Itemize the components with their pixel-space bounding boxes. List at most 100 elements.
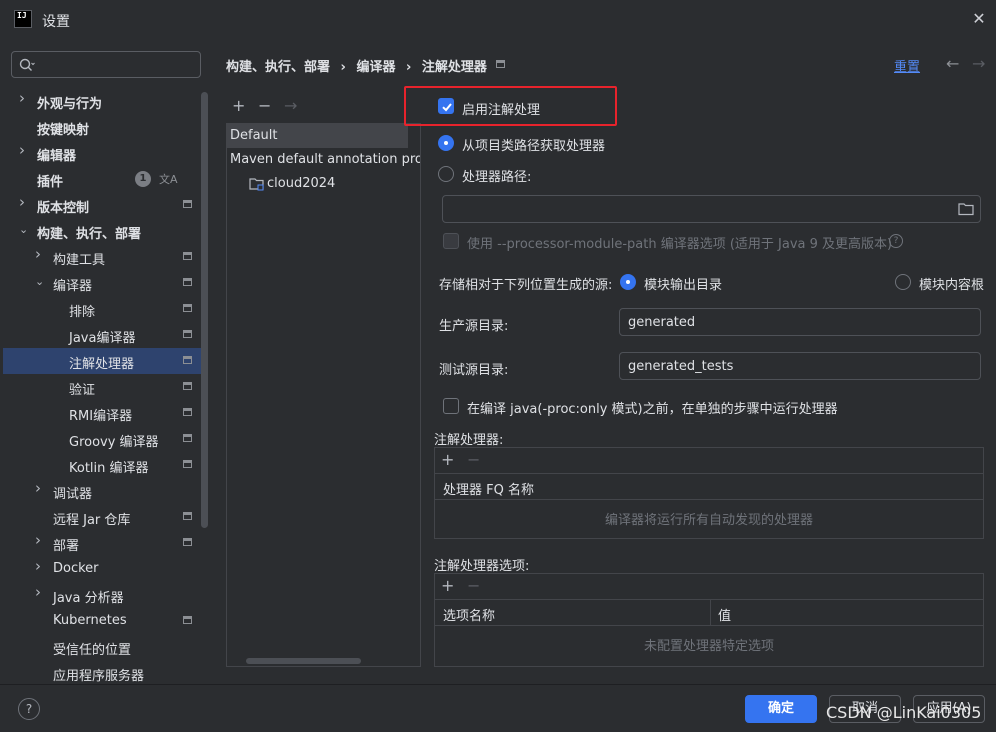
sidebar-item[interactable]: Java编译器	[3, 322, 208, 348]
add-profile-button[interactable]: +	[232, 96, 245, 115]
sidebar-item[interactable]: › Docker	[3, 556, 208, 582]
module-output-directory-radio[interactable]	[620, 274, 636, 290]
options-table-empty-text: 未配置处理器特定选项	[643, 639, 774, 654]
sidebar-item-label: 部署	[53, 539, 80, 554]
profile-item-label[interactable]: Default	[230, 128, 278, 143]
sidebar-item[interactable]: 注解处理器	[3, 348, 208, 374]
chevron-right-icon[interactable]: ›	[35, 533, 47, 548]
sidebar-item-label: Docker	[53, 561, 99, 576]
chevron-right-icon[interactable]: ›	[19, 143, 31, 158]
breadcrumb-current: 注解处理器	[421, 60, 487, 75]
move-profile-button[interactable]: →	[284, 96, 297, 115]
sidebar-item[interactable]: › Java 分析器	[3, 582, 208, 608]
help-icon[interactable]: ?	[889, 234, 903, 248]
option-name-column[interactable]: 选项名称	[443, 605, 495, 624]
obtain-from-classpath-label[interactable]: 从项目类路径获取处理器	[462, 135, 605, 154]
processor-path-input[interactable]	[442, 195, 981, 223]
sidebar-item-label: 插件	[37, 175, 64, 190]
sidebar-item[interactable]: 应用程序服务器	[3, 660, 208, 686]
help-button[interactable]: ?	[18, 698, 40, 720]
option-value-column[interactable]: 值	[718, 605, 731, 624]
profile-item-maven[interactable]: Maven default annotation proc	[230, 152, 420, 167]
project-level-icon	[183, 460, 192, 468]
chevron-right-icon[interactable]: ›	[19, 195, 31, 210]
chevron-down-icon[interactable]: ⌄	[19, 224, 31, 236]
add-processor-button[interactable]: +	[441, 450, 454, 469]
reset-link[interactable]: 重置	[894, 56, 920, 75]
test-sources-dir-label: 测试源目录:	[439, 363, 509, 378]
remove-option-button[interactable]: −	[467, 576, 480, 595]
module-content-root-label[interactable]: 模块内容根	[919, 274, 984, 293]
sidebar-item-label: 构建工具	[53, 253, 106, 268]
watermark: CSDN @LinKai0305	[826, 703, 982, 722]
processors-table: + − 处理器 FQ 名称 编译器将运行所有自动发现的处理器	[434, 447, 984, 539]
profile-item-cloud2024[interactable]: cloud2024	[267, 176, 335, 191]
enable-annotation-processing-checkbox[interactable]	[438, 98, 454, 114]
sidebar-item[interactable]: › 构建工具	[3, 244, 208, 270]
chevron-right-icon[interactable]: ›	[35, 585, 47, 600]
sidebar-item[interactable]: › 外观与行为	[3, 88, 208, 114]
sidebar-item[interactable]: 按键映射	[3, 114, 208, 140]
project-level-icon	[183, 356, 192, 364]
options-table-header: 选项名称 值	[435, 600, 983, 626]
chevron-right-icon[interactable]: ›	[19, 91, 31, 106]
sidebar-item[interactable]: Groovy 编译器	[3, 426, 208, 452]
production-sources-dir-input[interactable]: generated	[619, 308, 981, 336]
obtain-from-classpath-radio[interactable]	[438, 135, 454, 151]
sidebar-item[interactable]: ⌄ 构建、执行、部署	[3, 218, 208, 244]
translate-icon: 文A	[159, 173, 178, 186]
processor-options-table: + − 选项名称 值 未配置处理器特定选项	[434, 573, 984, 667]
chevron-right-icon[interactable]: ›	[35, 247, 47, 262]
sidebar-item[interactable]: 排除	[3, 296, 208, 322]
module-output-directory-label[interactable]: 模块输出目录	[644, 274, 722, 293]
breadcrumb-item[interactable]: 编译器	[356, 60, 395, 75]
options-table-title: 注解处理器选项:	[434, 559, 530, 574]
folder-browse-icon[interactable]	[958, 202, 974, 216]
chevron-right-icon[interactable]: ›	[35, 481, 47, 496]
enable-annotation-processing-label[interactable]: 启用注解处理	[462, 99, 540, 118]
project-level-icon	[183, 278, 192, 286]
remove-processor-button[interactable]: −	[467, 450, 480, 469]
forward-arrow-icon[interactable]: →	[972, 54, 985, 73]
sidebar-item[interactable]: RMI编译器	[3, 400, 208, 426]
module-content-root-radio[interactable]	[895, 274, 911, 290]
sidebar-item[interactable]: › 部署	[3, 530, 208, 556]
production-sources-dir-label: 生产源目录:	[439, 319, 509, 334]
run-before-compile-checkbox[interactable]	[443, 398, 459, 414]
sidebar-item-label: 应用程序服务器	[53, 669, 145, 684]
processor-path-radio[interactable]	[438, 166, 454, 182]
add-option-button[interactable]: +	[441, 576, 454, 595]
profiles-horizontal-scrollbar[interactable]	[246, 658, 361, 664]
sidebar-item[interactable]: ⌄ 编译器	[3, 270, 208, 296]
ok-button[interactable]: 确定	[745, 695, 817, 723]
test-sources-dir-input[interactable]: generated_tests	[619, 352, 981, 380]
sidebar-item[interactable]: Kotlin 编译器	[3, 452, 208, 478]
processors-table-header: 处理器 FQ 名称	[435, 474, 983, 500]
back-arrow-icon[interactable]: ←	[946, 54, 959, 73]
sidebar-item[interactable]: 远程 Jar 仓库	[3, 504, 208, 530]
sidebar-item-label: Java 分析器	[53, 591, 124, 606]
store-generated-sources-label: 存储相对于下列位置生成的源:	[439, 278, 613, 293]
processor-fq-name-column[interactable]: 处理器 FQ 名称	[443, 479, 534, 498]
sidebar-item[interactable]: › 调试器	[3, 478, 208, 504]
remove-profile-button[interactable]: −	[258, 96, 271, 115]
breadcrumb-item[interactable]: 构建、执行、部署	[226, 60, 330, 75]
check-icon	[442, 103, 452, 112]
sidebar-item[interactable]: › 编辑器	[3, 140, 208, 166]
sidebar-item[interactable]: › 版本控制	[3, 192, 208, 218]
sidebar-item[interactable]: 验证	[3, 374, 208, 400]
close-window-button[interactable]: ✕	[968, 8, 990, 30]
run-before-compile-label[interactable]: 在编译 java(-proc:only 模式)之前，在单独的步骤中运行处理器	[467, 398, 838, 417]
chevron-down-icon[interactable]: ⌄	[35, 276, 47, 288]
sidebar-item[interactable]: 受信任的位置	[3, 634, 208, 660]
processors-table-title: 注解处理器:	[434, 433, 504, 448]
chevron-right-icon[interactable]: ›	[35, 559, 47, 574]
module-path-option-checkbox[interactable]	[443, 233, 459, 249]
sidebar-scrollbar[interactable]	[201, 92, 208, 528]
title-bar	[0, 0, 996, 40]
processor-path-label[interactable]: 处理器路径:	[462, 166, 531, 185]
module-folder-icon	[249, 178, 264, 191]
settings-search-input[interactable]	[11, 51, 201, 78]
column-divider	[710, 600, 711, 625]
sidebar-item[interactable]: Kubernetes	[3, 608, 208, 634]
